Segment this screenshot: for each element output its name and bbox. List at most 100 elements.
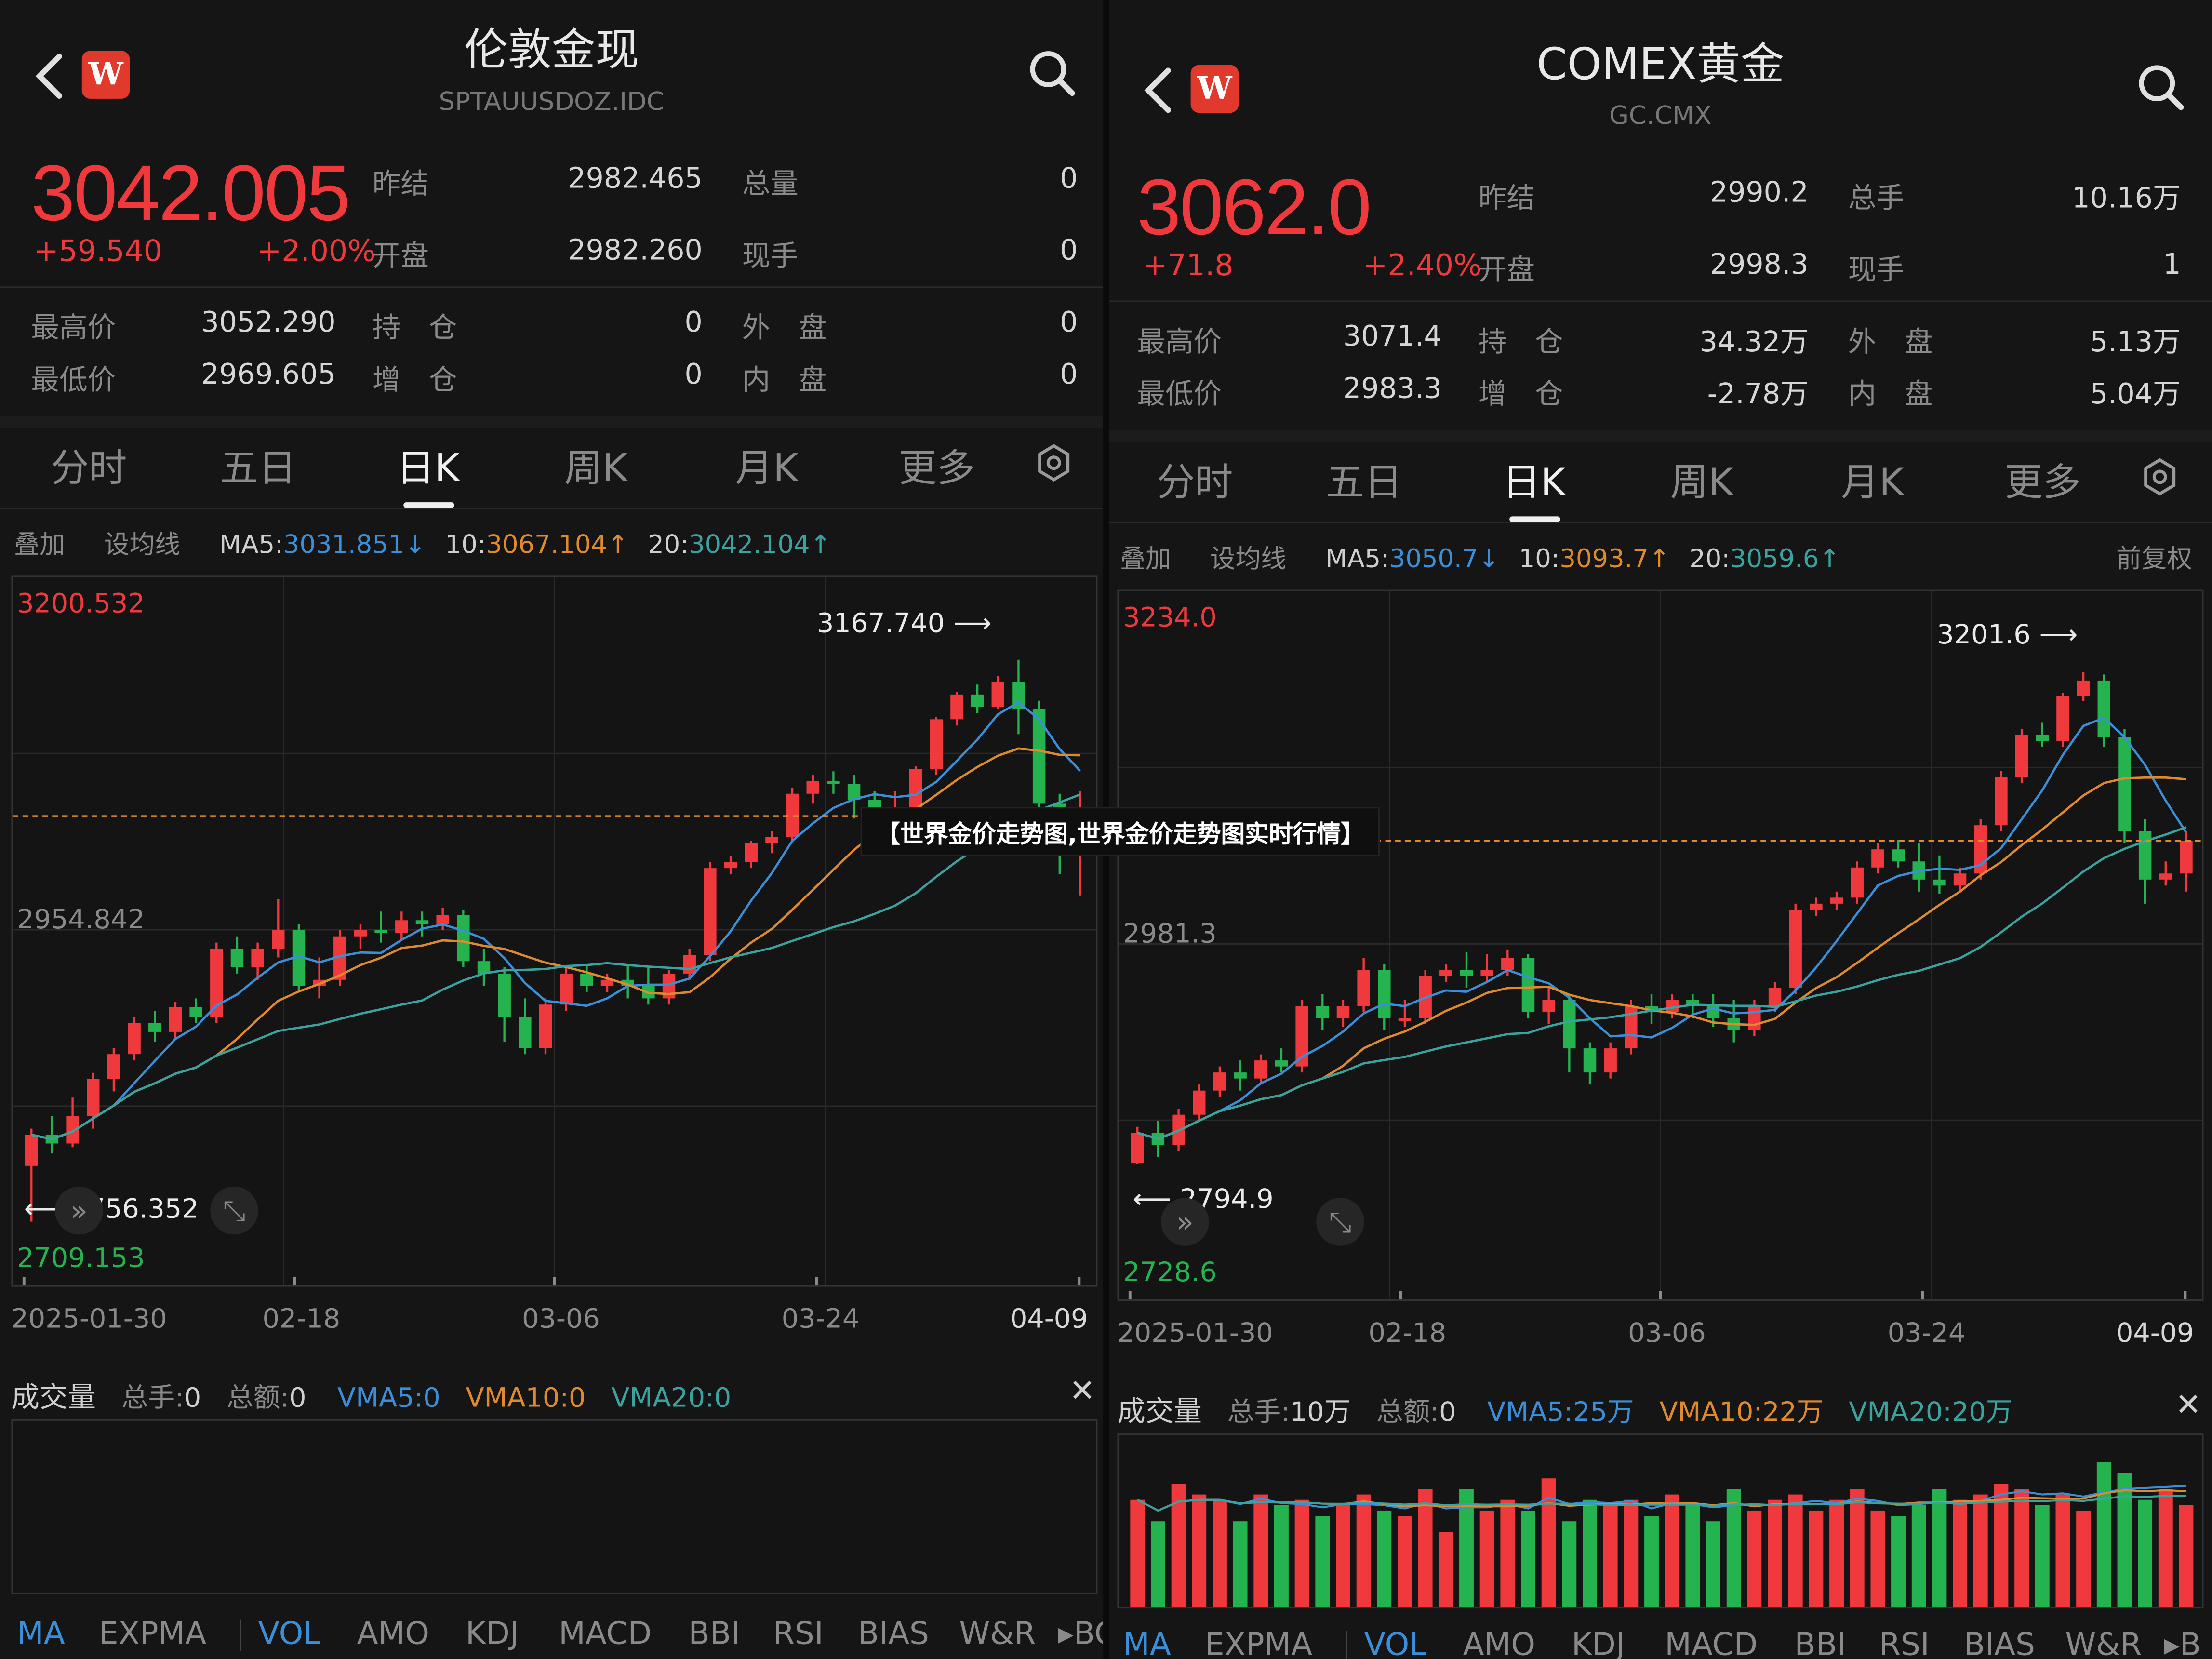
kline-chart[interactable]: 3200.532 2954.842 2709.153 3167.740 ⟶ ⟵ … bbox=[11, 575, 1098, 1287]
candle-body bbox=[806, 781, 819, 794]
divider bbox=[1108, 522, 2212, 524]
tab-monthly-k[interactable]: 月K bbox=[735, 437, 798, 492]
volume-chart[interactable] bbox=[1117, 1433, 2204, 1609]
y-axis-mid: 2954.842 bbox=[17, 904, 145, 936]
scroll-left-icon[interactable]: » bbox=[1161, 1198, 1209, 1246]
tab-five-day[interactable]: 五日 bbox=[220, 437, 296, 492]
volume-bar bbox=[1150, 1521, 1165, 1607]
indicator-macd[interactable]: MACD bbox=[559, 1617, 652, 1652]
candle-body bbox=[1275, 1060, 1288, 1067]
vma10-value: VMA10:0 bbox=[466, 1382, 586, 1414]
active-tab-indicator bbox=[403, 502, 454, 508]
open-value: 2998.3 bbox=[1709, 247, 1809, 281]
indicator-rsi[interactable]: RSI bbox=[1879, 1628, 1930, 1659]
scroll-left-icon[interactable]: » bbox=[55, 1186, 103, 1235]
tab-monthly-k[interactable]: 月K bbox=[1841, 452, 1904, 507]
indicator-amo[interactable]: AMO bbox=[1463, 1628, 1535, 1659]
candle-body bbox=[1810, 903, 1823, 910]
kline-chart[interactable]: 3234.0 2981.3 2728.6 3201.6 ⟶ ⟵ 2794.9 »… bbox=[1117, 589, 2204, 1301]
ma5-label: MA5: bbox=[1325, 544, 1389, 575]
indicator-rsi[interactable]: RSI bbox=[773, 1617, 824, 1652]
indicator-kdj[interactable]: KDJ bbox=[466, 1617, 519, 1652]
total-hand-value: 0 bbox=[184, 1382, 201, 1414]
indicator-macd[interactable]: MACD bbox=[1665, 1628, 1758, 1659]
ma-bar: 叠加 设均线 MA5:3031.851↓ 10:3067.104↑ 20:304… bbox=[14, 525, 831, 562]
indicator-more[interactable]: ▸BO bbox=[1058, 1617, 1103, 1652]
volume-bar bbox=[1130, 1499, 1145, 1607]
inner-value: 0 bbox=[1060, 357, 1078, 391]
search-icon[interactable] bbox=[1027, 48, 1078, 105]
settings-icon[interactable] bbox=[2140, 457, 2180, 502]
tab-minute[interactable]: 分时 bbox=[1157, 452, 1233, 507]
tab-weekly-k[interactable]: 周K bbox=[1670, 452, 1733, 507]
date-label: 03-06 bbox=[522, 1303, 600, 1335]
candle-body bbox=[1871, 849, 1884, 868]
volume-bar bbox=[1439, 1532, 1453, 1607]
indicator-ma[interactable]: MA bbox=[17, 1617, 65, 1652]
set-ma-button[interactable]: 设均线 bbox=[1210, 545, 1286, 574]
candle-body bbox=[395, 920, 408, 933]
indicator-bias[interactable]: BIAS bbox=[1964, 1628, 2035, 1659]
high-value: 3052.290 bbox=[201, 305, 336, 339]
candle-body bbox=[25, 1135, 38, 1166]
settings-icon[interactable] bbox=[1034, 443, 1074, 488]
search-icon[interactable] bbox=[2136, 62, 2186, 119]
close-icon[interactable]: ✕ bbox=[1069, 1374, 1095, 1409]
candle-body bbox=[2118, 737, 2131, 831]
tab-minute[interactable]: 分时 bbox=[51, 437, 127, 492]
page-title: 伦敦金现 bbox=[464, 25, 640, 77]
overlay-button[interactable]: 叠加 bbox=[1120, 545, 1171, 574]
volume-bar bbox=[1747, 1510, 1762, 1607]
ma5-value: 3031.851↓ bbox=[283, 530, 426, 561]
candle-body bbox=[1604, 1048, 1617, 1073]
indicator-expma[interactable]: EXPMA bbox=[1205, 1628, 1312, 1659]
tab-weekly-k[interactable]: 周K bbox=[564, 437, 627, 492]
candle-body bbox=[1254, 1060, 1267, 1079]
candle-body bbox=[498, 973, 511, 1017]
tab-daily-k[interactable]: 日K bbox=[1503, 452, 1566, 507]
volume-svg bbox=[1130, 1462, 2194, 1607]
candle-body bbox=[1378, 970, 1391, 1018]
adjust-toggle[interactable]: 前复权 bbox=[2116, 539, 2192, 575]
indicator-amo[interactable]: AMO bbox=[357, 1617, 429, 1652]
tab-daily-k[interactable]: 日K bbox=[397, 437, 460, 492]
ma5-label: MA5: bbox=[219, 530, 283, 561]
indicator-bias[interactable]: BIAS bbox=[858, 1617, 929, 1652]
indicator-bbi[interactable]: BBI bbox=[689, 1617, 740, 1652]
candle-body bbox=[991, 682, 1005, 707]
tab-more[interactable]: 更多 bbox=[2005, 452, 2081, 507]
open-interest-label: 持 仓 bbox=[1478, 324, 1563, 359]
indicator-ma[interactable]: MA bbox=[1123, 1628, 1171, 1659]
indicator-wr[interactable]: W&R bbox=[959, 1617, 1036, 1652]
volume-bar bbox=[1233, 1521, 1248, 1607]
vma20-value: VMA20:20万 bbox=[1849, 1397, 2013, 1428]
indicator-expma[interactable]: EXPMA bbox=[99, 1617, 206, 1652]
y-axis-max: 3234.0 bbox=[1123, 602, 1217, 634]
volume-bar bbox=[2138, 1499, 2153, 1607]
candle-body bbox=[580, 973, 593, 986]
tab-five-day[interactable]: 五日 bbox=[1326, 452, 1402, 507]
indicator-bbi[interactable]: BBI bbox=[1795, 1628, 1846, 1659]
expand-icon[interactable]: ⤡ bbox=[210, 1186, 258, 1235]
indicator-kdj[interactable]: KDJ bbox=[1572, 1628, 1625, 1659]
close-icon[interactable]: ✕ bbox=[2175, 1388, 2201, 1423]
indicator-vol[interactable]: VOL bbox=[1364, 1628, 1427, 1659]
candle-body bbox=[374, 930, 387, 933]
kline-svg bbox=[1119, 591, 2202, 1300]
ma20-value: 3042.104↑ bbox=[689, 530, 831, 561]
indicator-vol[interactable]: VOL bbox=[258, 1617, 321, 1652]
set-ma-button[interactable]: 设均线 bbox=[104, 531, 180, 560]
indicator-more[interactable]: ▸B bbox=[2164, 1628, 2201, 1659]
tab-more[interactable]: 更多 bbox=[899, 437, 975, 492]
high-value: 3071.4 bbox=[1343, 319, 1442, 353]
volume-bar bbox=[1829, 1499, 1844, 1607]
volume-bar bbox=[1500, 1499, 1515, 1607]
volume-chart[interactable] bbox=[11, 1419, 1098, 1594]
overlay-button[interactable]: 叠加 bbox=[14, 531, 65, 560]
expand-icon[interactable]: ⤡ bbox=[1316, 1198, 1364, 1246]
volume-bar bbox=[1398, 1516, 1412, 1607]
candle-body bbox=[1851, 867, 1864, 898]
indicator-wr[interactable]: W&R bbox=[2065, 1628, 2142, 1659]
volume-value: 0 bbox=[1060, 161, 1078, 195]
caption-overlay: 【世界金价走势图,世界金价走势图实时行情】 bbox=[860, 807, 1381, 856]
